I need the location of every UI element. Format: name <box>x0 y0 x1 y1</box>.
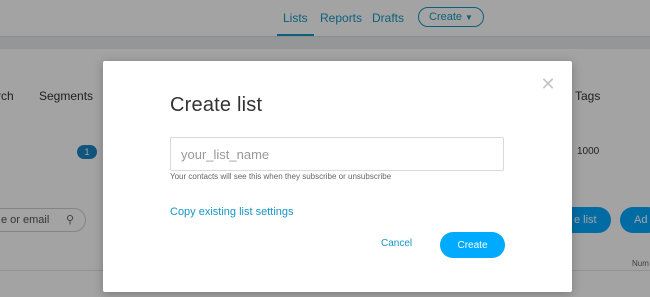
list-name-input[interactable] <box>170 137 504 171</box>
copy-list-settings-link[interactable]: Copy existing list settings <box>170 206 294 218</box>
close-icon[interactable]: ✕ <box>539 75 557 93</box>
dialog-title: Create list <box>170 94 263 116</box>
input-helper-text: Your contacts will see this when they su… <box>170 172 392 181</box>
create-button-label: Create <box>457 239 488 251</box>
create-list-dialog: ✕ Create list Your contacts will see thi… <box>103 61 572 292</box>
cancel-button[interactable]: Cancel <box>381 238 412 249</box>
create-button[interactable]: Create <box>440 232 505 258</box>
